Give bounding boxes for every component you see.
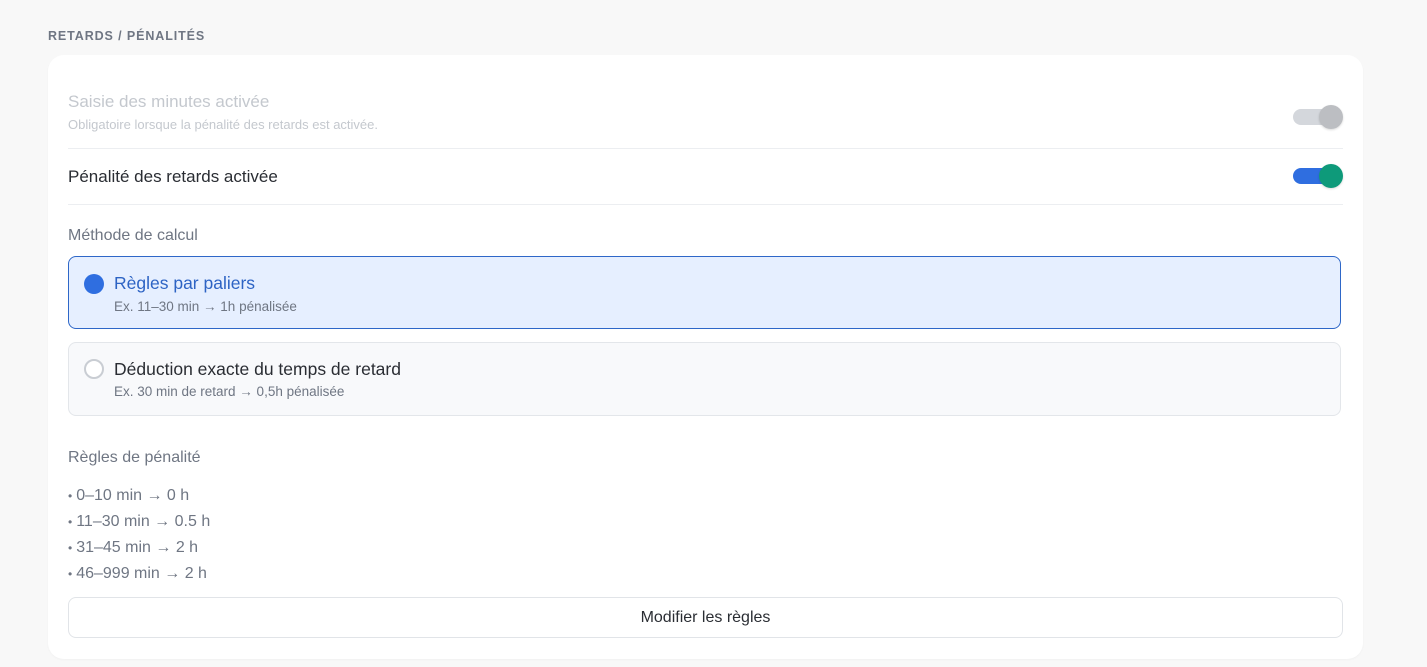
penalty-rules-list: • 0–10 min → 0 h • 11–30 min → 0.5 h • 31–4… xyxy=(68,483,210,587)
late-penalty-row: Pénalité des retards activée xyxy=(68,149,1343,205)
section-title: RETARDS / PÉNALITÉS xyxy=(48,29,206,43)
rule-text: 0–10 min → 0 h xyxy=(76,487,190,504)
late-penalty-toggle[interactable] xyxy=(1293,164,1343,188)
rule-text: 46–999 min → 2 h xyxy=(76,565,207,582)
list-item: • 11–30 min → 0.5 h xyxy=(68,509,210,535)
rule-text: 11–30 min → 0.5 h xyxy=(76,513,211,530)
option-title: Déduction exacte du temps de retard xyxy=(114,359,401,379)
list-item: • 0–10 min → 0 h xyxy=(68,483,210,509)
minutes-entry-title: Saisie des minutes activée xyxy=(68,92,270,111)
penalty-rules-label: Règles de pénalité xyxy=(68,449,201,466)
option-exact-deduction[interactable]: Déduction exacte du temps de retard Ex. … xyxy=(68,342,1341,416)
option-example: Ex. 11–30 min → 1h pénalisée xyxy=(114,299,297,314)
calculation-method-label: Méthode de calcul xyxy=(68,227,198,244)
list-item: • 31–45 min → 2 h xyxy=(68,535,210,561)
radio-selected-icon[interactable] xyxy=(84,274,104,294)
radio-unselected-icon[interactable] xyxy=(84,359,104,379)
bullet-icon: • xyxy=(68,515,73,529)
late-penalty-card: Saisie des minutes activée Obligatoire l… xyxy=(48,55,1363,659)
toggle-knob xyxy=(1319,105,1343,129)
modify-rules-button[interactable]: Modifier les règles xyxy=(68,597,1343,638)
late-penalty-title: Pénalité des retards activée xyxy=(68,167,278,186)
list-item: • 46–999 min → 2 h xyxy=(68,561,210,587)
option-example: Ex. 30 min de retard → 0,5h pénalisée xyxy=(114,384,345,399)
bullet-icon: • xyxy=(68,567,73,581)
option-tier-rules[interactable]: Règles par paliers Ex. 11–30 min → 1h pé… xyxy=(68,256,1341,329)
minutes-entry-subtitle: Obligatoire lorsque la pénalité des reta… xyxy=(68,117,379,132)
minutes-entry-row: Saisie des minutes activée Obligatoire l… xyxy=(68,83,1343,149)
bullet-icon: • xyxy=(68,541,73,555)
toggle-knob xyxy=(1319,164,1343,188)
rule-text: 31–45 min → 2 h xyxy=(76,539,199,556)
minutes-entry-toggle xyxy=(1293,105,1343,129)
option-title: Règles par paliers xyxy=(114,273,256,293)
bullet-icon: • xyxy=(68,489,73,503)
